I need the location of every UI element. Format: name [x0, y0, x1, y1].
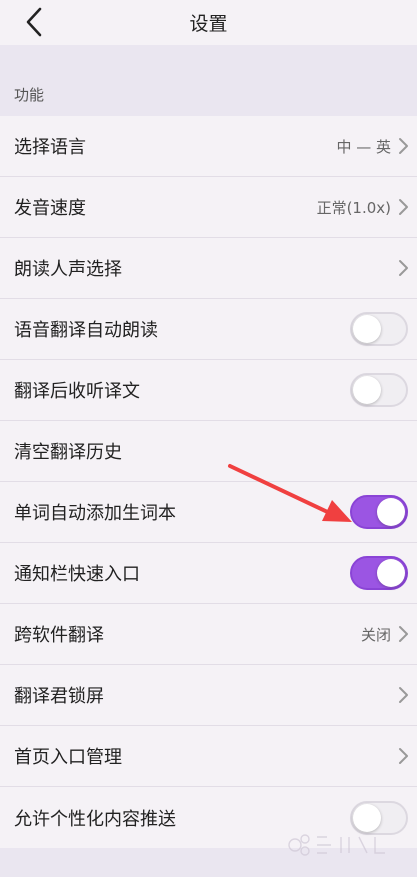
settings-row[interactable]: 发音速度 正常(1.0x)	[0, 177, 417, 238]
chevron-right-icon	[397, 198, 409, 216]
row-label: 朗读人声选择	[14, 259, 122, 280]
row-label: 首页入口管理	[14, 747, 122, 768]
toggle-switch[interactable]	[350, 556, 408, 590]
settings-row[interactable]: 跨软件翻译 关闭	[0, 604, 417, 665]
settings-list: 选择语言 中 — 英发音速度 正常(1.0x) 朗读人声选择语音翻译自动朗读 翻译后收听…	[0, 116, 417, 848]
row-value: 中 — 英	[336, 137, 391, 156]
settings-row[interactable]: 朗读人声选择	[0, 238, 417, 299]
toggle-switch[interactable]	[350, 373, 408, 407]
row-label: 清空翻译历史	[14, 442, 122, 463]
toggle-switch[interactable]	[350, 495, 408, 529]
settings-row[interactable]: 单词自动添加生词本	[0, 482, 417, 543]
toggle-knob	[353, 376, 381, 404]
row-label: 通知栏快速入口	[14, 564, 140, 585]
header-bar: 设置	[0, 0, 417, 45]
row-value: 关闭	[360, 625, 391, 644]
chevron-right-icon	[397, 137, 409, 155]
settings-row[interactable]: 首页入口管理	[0, 726, 417, 787]
settings-row[interactable]: 语音翻译自动朗读	[0, 299, 417, 360]
toggle-knob	[377, 559, 405, 587]
toggle-knob	[353, 315, 381, 343]
chevron-right-icon	[397, 625, 409, 643]
row-label: 发音速度	[14, 198, 86, 219]
row-value: 正常(1.0x)	[316, 198, 391, 217]
chevron-right-icon	[397, 686, 409, 704]
row-label: 选择语言	[14, 137, 86, 158]
watermark-logo	[288, 834, 385, 856]
settings-row[interactable]: 选择语言 中 — 英	[0, 116, 417, 177]
toggle-switch[interactable]	[350, 312, 408, 346]
row-label: 翻译君锁屏	[14, 686, 104, 707]
settings-row[interactable]: 翻译后收听译文	[0, 360, 417, 421]
settings-row[interactable]: 通知栏快速入口	[0, 543, 417, 604]
row-label: 允许个性化内容推送	[14, 808, 176, 830]
row-label: 跨软件翻译	[14, 625, 104, 646]
section-label: 功能	[14, 86, 45, 104]
settings-row[interactable]: 清空翻译历史	[0, 421, 417, 482]
row-label: 语音翻译自动朗读	[14, 320, 158, 341]
toggle-knob	[377, 498, 405, 526]
chevron-right-icon	[397, 747, 409, 765]
row-label: 翻译后收听译文	[14, 381, 140, 402]
row-label: 单词自动添加生词本	[14, 503, 176, 524]
settings-row[interactable]: 翻译君锁屏	[0, 665, 417, 726]
page-title: 设置	[189, 13, 228, 35]
chevron-right-icon	[397, 259, 409, 277]
